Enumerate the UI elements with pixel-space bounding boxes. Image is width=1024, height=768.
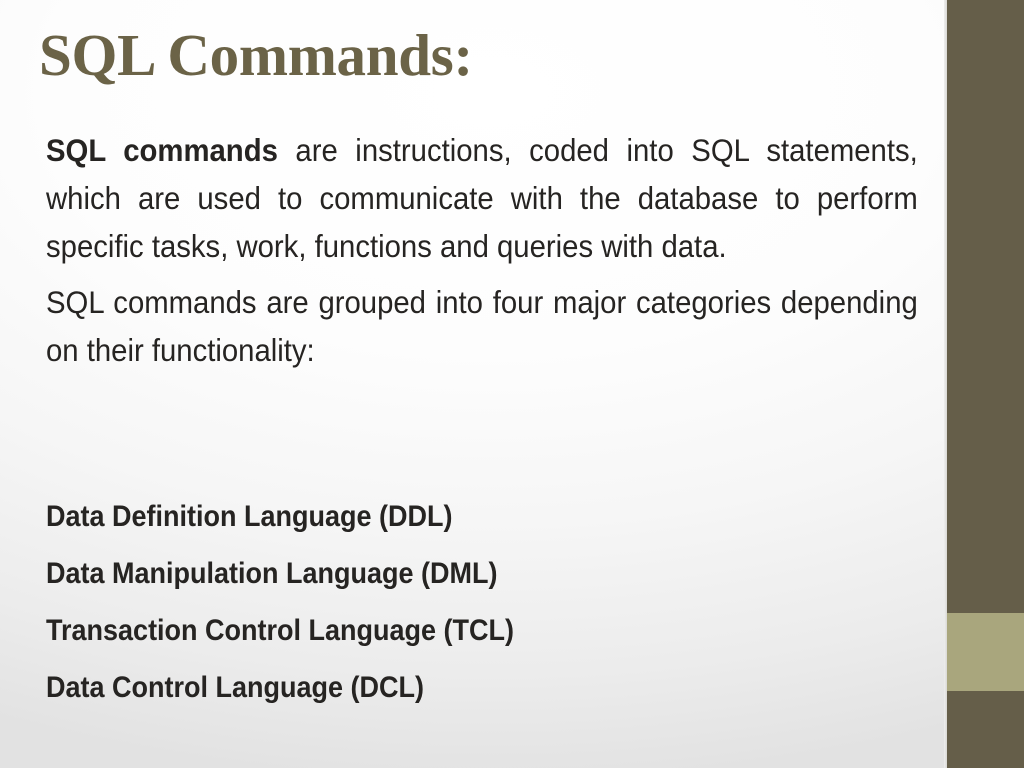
- list-item: Data Control Language (DCL): [46, 671, 424, 704]
- list-item: Data Definition Language (DDL): [46, 500, 453, 533]
- list-item: Data Manipulation Language (DML): [46, 557, 498, 590]
- paragraph-1: SQL commands are instructions, coded int…: [46, 126, 918, 270]
- decorative-sidebar: [947, 0, 1024, 768]
- paragraph-2-rest: SQL commands are grouped into four major…: [46, 284, 918, 368]
- list-item: Transaction Control Language (TCL): [46, 614, 515, 647]
- slide: SQL Commands: SQL commands are instructi…: [0, 0, 1024, 768]
- sidebar-accent-band: [947, 613, 1024, 691]
- slide-content-area: SQL Commands: SQL commands are instructi…: [0, 0, 947, 768]
- paragraph-1-lead: SQL commands: [46, 132, 278, 168]
- category-list: Data Definition Language (DDL) Data Mani…: [46, 488, 918, 716]
- page-title: SQL Commands:: [39, 22, 473, 88]
- body-text-block: SQL commands are instructions, coded int…: [46, 126, 918, 374]
- paragraph-2: SQL commands are grouped into four major…: [46, 278, 918, 374]
